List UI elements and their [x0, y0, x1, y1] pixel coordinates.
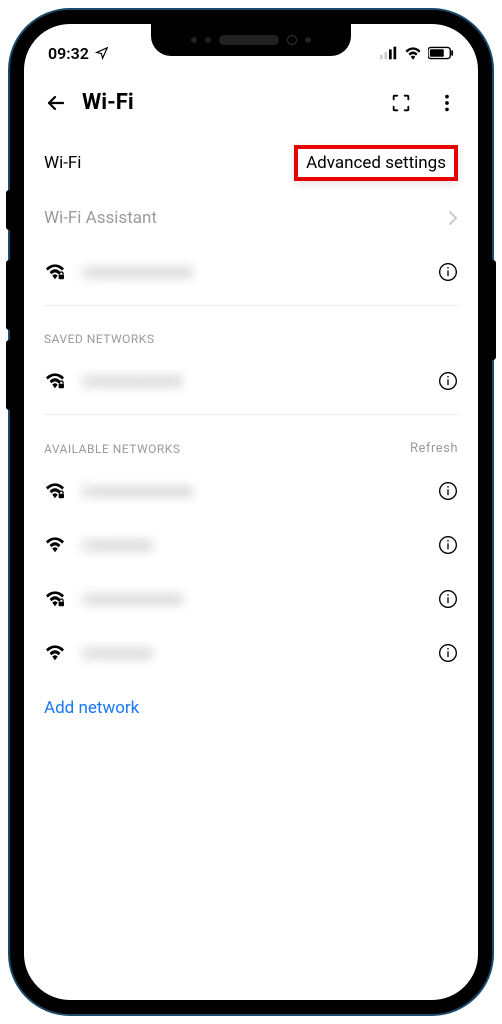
scan-icon[interactable]	[390, 92, 412, 114]
wifi-icon	[44, 482, 66, 500]
page-title: Wi-Fi	[82, 90, 376, 115]
back-arrow-icon[interactable]	[44, 91, 68, 115]
saved-network-row[interactable]: CXXXXXXXXX	[44, 354, 458, 408]
connected-network-row[interactable]: CXXXXXXXXXX	[44, 245, 458, 299]
status-time: 09:32	[48, 44, 89, 63]
wifi-assistant-label: Wi-Fi Assistant	[44, 208, 157, 228]
location-icon	[95, 46, 109, 60]
available-network-row[interactable]: CXXXXXXXXX	[44, 572, 458, 626]
info-icon[interactable]	[438, 643, 458, 663]
wifi-advanced-row[interactable]: Wi-Fi Advanced settings	[44, 135, 458, 191]
wifi-locked-icon	[44, 372, 66, 390]
info-icon[interactable]	[438, 481, 458, 501]
available-networks-header: AVAILABLE NETWORKS Refresh	[44, 421, 458, 464]
chevron-right-icon	[448, 210, 458, 226]
network-name: CXXXXXX	[82, 644, 153, 663]
wifi-icon	[44, 644, 66, 662]
wifi-icon	[44, 590, 66, 608]
refresh-button[interactable]: Refresh	[410, 441, 458, 456]
wifi-locked-icon	[44, 263, 66, 281]
network-name: CXXXXXXXXXX	[82, 263, 193, 282]
wifi-label: Wi-Fi	[44, 153, 81, 173]
more-vertical-icon[interactable]	[436, 92, 458, 114]
info-icon[interactable]	[438, 589, 458, 609]
wifi-assistant-row[interactable]: Wi-Fi Assistant	[44, 191, 458, 245]
wifi-icon	[44, 536, 66, 554]
signal-icon	[380, 46, 398, 60]
available-network-row[interactable]: CXXXXXX	[44, 626, 458, 680]
network-name: CXXXXXXXXX	[82, 372, 183, 391]
available-network-row[interactable]: CXXXXXXXXXX	[44, 464, 458, 518]
network-name: CXXXXXXXXX	[82, 590, 183, 609]
advanced-settings-button[interactable]: Advanced settings	[294, 145, 458, 181]
available-network-row[interactable]: CXXXXXX	[44, 518, 458, 572]
network-name: CXXXXXXXXXX	[82, 482, 193, 501]
info-icon[interactable]	[438, 535, 458, 555]
battery-icon	[428, 46, 454, 60]
info-icon[interactable]	[438, 371, 458, 391]
info-icon[interactable]	[438, 262, 458, 282]
network-name: CXXXXXX	[82, 536, 153, 555]
wifi-status-icon	[404, 46, 422, 60]
add-network-link[interactable]: Add network	[44, 680, 458, 736]
saved-networks-header: SAVED NETWORKS	[44, 312, 458, 354]
